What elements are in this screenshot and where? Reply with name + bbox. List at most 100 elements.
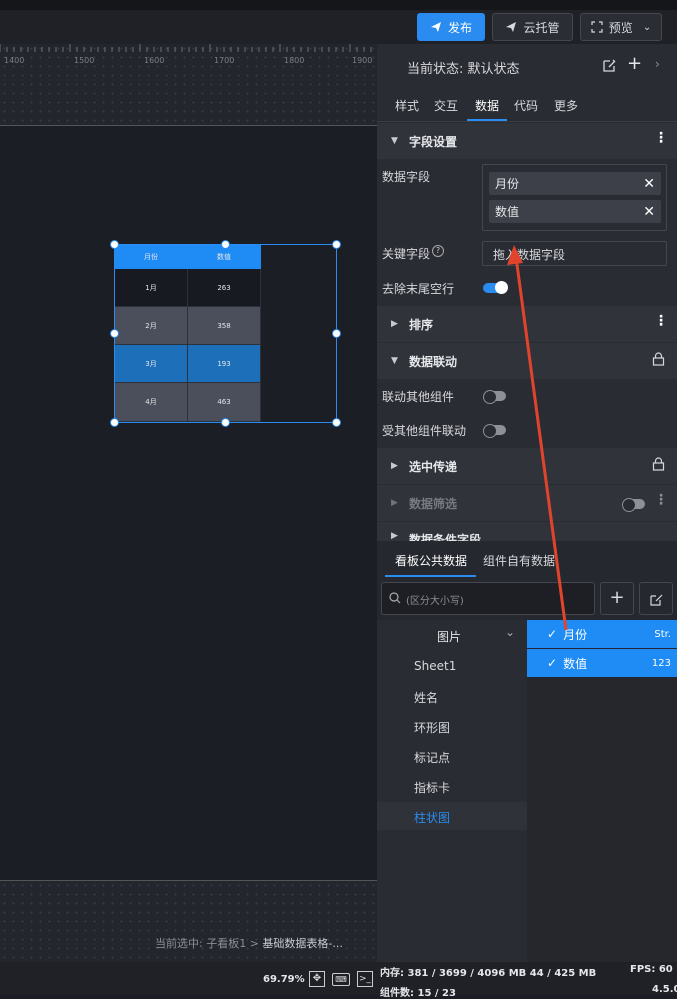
table-cell: 4月 bbox=[115, 383, 188, 422]
remove-trailing-label: 去除末尾空行 bbox=[382, 282, 455, 296]
table-cell: 463 bbox=[188, 383, 261, 422]
caret-down-icon: ▼ bbox=[391, 136, 398, 146]
selection-target[interactable]: 基础数据表格-... bbox=[262, 937, 342, 950]
fit-screen-icon[interactable]: ✥ bbox=[309, 971, 325, 987]
field-chip-label: 月份 bbox=[495, 177, 520, 191]
tab-style[interactable]: 样式 bbox=[395, 97, 419, 114]
sheet-item[interactable]: 标记点 bbox=[414, 749, 450, 766]
section-data-condition[interactable]: ▶ 数据条件字段 bbox=[377, 522, 677, 542]
sheet-item[interactable]: Sheet1 bbox=[414, 659, 456, 673]
cloud-hosting-button[interactable]: 云托管 bbox=[492, 13, 573, 41]
field-item[interactable]: ✓ 月份 Str. bbox=[527, 620, 677, 648]
ruler-ticks bbox=[0, 44, 372, 52]
ruler-label: 1400 bbox=[4, 56, 25, 65]
field-chip[interactable]: 月份 ✕ bbox=[489, 172, 661, 195]
terminal-icon[interactable]: >_ bbox=[357, 971, 373, 987]
tab-code[interactable]: 代码 bbox=[514, 97, 538, 114]
field-type: Str. bbox=[654, 628, 671, 640]
window-strip bbox=[0, 0, 677, 10]
sheet-item-active[interactable]: 柱状图 bbox=[414, 809, 450, 826]
data-fields-label: 数据字段 bbox=[382, 170, 431, 184]
publish-button[interactable]: 发布 bbox=[417, 13, 485, 41]
selection-breadcrumb: 当前选中: 子看板1 > 基础数据表格-... bbox=[155, 935, 343, 951]
lock-icon bbox=[652, 457, 665, 471]
check-icon: ✓ bbox=[547, 627, 558, 641]
sheet-item[interactable]: 环形图 bbox=[414, 719, 450, 736]
section-title: 选中传递 bbox=[409, 459, 458, 474]
section-field-settings[interactable]: ▼ 字段设置 bbox=[377, 123, 677, 159]
more-vert-icon[interactable]: ⋮ bbox=[654, 313, 668, 329]
linked-by-label: 受其他组件联动 bbox=[382, 424, 467, 438]
resize-handle[interactable] bbox=[221, 240, 230, 249]
sheet-dropdown[interactable]: 图片 ⌄ bbox=[377, 620, 527, 651]
field-chip-label: 数值 bbox=[495, 205, 520, 219]
hosting-label: 云托管 bbox=[523, 20, 560, 35]
field-name: 数值 bbox=[563, 656, 588, 671]
key-field-dropzone[interactable]: 拖入数据字段 bbox=[482, 241, 667, 266]
dropdown-value: 图片 bbox=[437, 630, 462, 644]
caret-right-icon: ▶ bbox=[391, 319, 398, 329]
table-cell: 193 bbox=[188, 345, 261, 383]
ruler-label: 1900 bbox=[352, 56, 373, 65]
section-sort[interactable]: ▶ 排序 bbox=[377, 306, 677, 342]
key-field-label: 关键字段 bbox=[382, 247, 431, 261]
resize-handle[interactable] bbox=[332, 329, 341, 338]
link-other-toggle[interactable] bbox=[483, 390, 506, 404]
table-cell: 263 bbox=[188, 269, 261, 307]
section-selection-pass[interactable]: ▶ 选中传递 bbox=[377, 448, 677, 484]
resize-handle[interactable] bbox=[110, 329, 119, 338]
edit-icon[interactable] bbox=[602, 58, 617, 73]
link-other-label: 联动其他组件 bbox=[382, 390, 455, 404]
more-vert-icon[interactable]: ⋮ bbox=[654, 130, 668, 146]
ruler-label: 1600 bbox=[144, 56, 165, 65]
tab-interaction[interactable]: 交互 bbox=[434, 97, 458, 114]
resize-handle[interactable] bbox=[110, 418, 119, 427]
table-cell: 1月 bbox=[115, 269, 188, 307]
help-icon[interactable]: ? bbox=[432, 245, 444, 257]
memory-readout: 内存: 381 / 3699 / 4096 MB 44 / 425 MB bbox=[380, 968, 597, 979]
fullscreen-icon bbox=[591, 21, 603, 33]
field-type: 123 bbox=[651, 657, 671, 669]
tab-data[interactable]: 数据 bbox=[475, 97, 499, 114]
preview-button[interactable]: 预览 ⌄ bbox=[580, 13, 662, 41]
check-icon: ✓ bbox=[547, 656, 558, 670]
add-icon[interactable]: + bbox=[627, 53, 642, 74]
active-tab-indicator bbox=[467, 119, 507, 121]
current-state-label: 当前状态: 默认状态 bbox=[407, 62, 520, 77]
table-cell: 2月 bbox=[115, 307, 188, 345]
tab-board-public-data[interactable]: 看板公共数据 bbox=[395, 552, 467, 569]
edit-data-button[interactable] bbox=[639, 582, 673, 615]
resize-handle[interactable] bbox=[110, 240, 119, 249]
close-icon[interactable]: ✕ bbox=[643, 176, 655, 192]
data-filter-toggle[interactable] bbox=[622, 498, 645, 512]
sheet-item[interactable]: 姓名 bbox=[414, 689, 438, 706]
table-widget[interactable]: 月份 数值 1月 263 2月 358 3月 193 4月 463 bbox=[115, 245, 261, 422]
resize-handle[interactable] bbox=[332, 240, 341, 249]
section-title: 数据联动 bbox=[409, 354, 458, 369]
resize-handle[interactable] bbox=[221, 418, 230, 427]
tab-component-data[interactable]: 组件自有数据 bbox=[483, 552, 555, 569]
field-item[interactable]: ✓ 数值 123 bbox=[527, 649, 677, 677]
chevron-right-icon[interactable]: › bbox=[655, 57, 660, 71]
resize-handle[interactable] bbox=[332, 418, 341, 427]
design-canvas[interactable] bbox=[0, 44, 377, 962]
keyboard-icon[interactable]: ⌨ bbox=[332, 973, 350, 986]
caret-down-icon: ▼ bbox=[391, 356, 398, 366]
component-count: 组件数: 15 / 23 bbox=[380, 988, 456, 999]
chevron-down-icon: ⌄ bbox=[505, 625, 516, 639]
more-vert-icon[interactable]: ⋮ bbox=[654, 492, 668, 508]
section-title: 数据筛选 bbox=[409, 496, 458, 511]
table-cell: 358 bbox=[188, 307, 261, 345]
tab-more[interactable]: 更多 bbox=[554, 97, 578, 114]
add-icon[interactable]: + bbox=[600, 582, 634, 615]
zoom-level[interactable]: 69.79% bbox=[263, 974, 305, 985]
remove-trailing-toggle[interactable] bbox=[483, 281, 508, 294]
section-title: 排序 bbox=[409, 317, 434, 332]
edit-icon bbox=[650, 594, 663, 606]
section-data-linkage[interactable]: ▼ 数据联动 bbox=[377, 343, 677, 379]
close-icon[interactable]: ✕ bbox=[643, 204, 655, 220]
sheet-item[interactable]: 指标卡 bbox=[414, 779, 450, 796]
field-chip[interactable]: 数值 ✕ bbox=[489, 200, 661, 223]
linked-by-toggle[interactable] bbox=[483, 424, 506, 438]
version-label: 4.5.0 bbox=[652, 984, 677, 995]
